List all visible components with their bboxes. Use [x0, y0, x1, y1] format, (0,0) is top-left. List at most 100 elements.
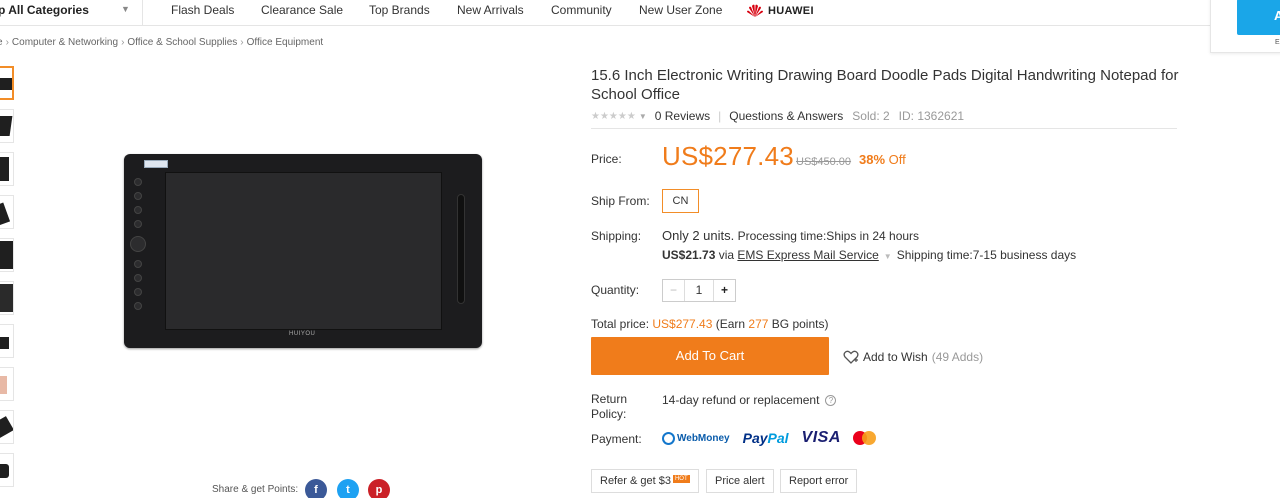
paypal-label-a: Pay: [742, 430, 768, 446]
quantity-label: Quantity:: [591, 283, 640, 297]
hot-badge: HOT: [672, 475, 690, 483]
processing-time: Processing time:Ships in 24 hours: [737, 229, 920, 243]
corner-mini-text: E: [1275, 39, 1280, 46]
earn-prefix: (Earn: [712, 317, 749, 331]
price-alert-button[interactable]: Price alert: [706, 469, 774, 493]
total-price-label: Total price:: [591, 317, 653, 331]
stylus-pen: [457, 194, 465, 304]
ship-from-label: Ship From:: [591, 194, 650, 208]
quantity-input[interactable]: 1: [685, 280, 713, 301]
thumbnail-1[interactable]: [0, 66, 14, 100]
help-icon[interactable]: ?: [825, 394, 837, 406]
refer-label: Refer & get $3: [600, 475, 671, 487]
heart-icon: [843, 350, 859, 364]
return-policy-text: 14-day refund or replacement: [662, 393, 820, 407]
earn-points: 277: [748, 317, 769, 331]
breadcrumb-item-office-school[interactable]: Office & School Supplies: [127, 37, 237, 48]
thumbnail-3[interactable]: [0, 152, 14, 186]
total-price-amount: US$277.43: [652, 317, 713, 331]
discount-off-word: Off: [885, 152, 906, 167]
thumbnail-9[interactable]: [0, 410, 14, 444]
return-policy-label: Return Policy:: [591, 392, 628, 421]
shipping-time: Shipping time:7-15 business days: [896, 248, 1077, 262]
top-navigation: p All Categories ▼ Flash Deals Clearance…: [0, 0, 1280, 26]
add-to-wish-button[interactable]: Add to Wish (49 Adds): [843, 350, 983, 364]
tablet-key: [134, 274, 142, 282]
thumbnail-7[interactable]: [0, 324, 14, 358]
tablet-key: [134, 206, 142, 214]
tablet-key: [134, 178, 142, 186]
chevron-down-icon: ▼: [121, 4, 130, 14]
tablet-key: [134, 220, 142, 228]
nav-new-arrivals[interactable]: New Arrivals: [457, 3, 524, 17]
quantity-stepper: − 1 +: [662, 279, 736, 302]
tablet-screen: [165, 172, 442, 330]
webmoney-logo: WebMoney: [662, 431, 730, 445]
wish-count: (49 Adds): [931, 350, 984, 364]
visa-logo: VISA: [801, 429, 841, 446]
breadcrumb-item-home[interactable]: e: [0, 37, 3, 48]
breadcrumb-separator-icon: ›: [240, 37, 244, 48]
questions-answers-link[interactable]: Questions & Answers: [729, 109, 843, 123]
thumbnail-2[interactable]: [0, 109, 14, 143]
thumbnail-10[interactable]: [0, 453, 14, 487]
sticker-graphic: [144, 160, 168, 168]
report-error-button[interactable]: Report error: [780, 469, 858, 493]
pinterest-share-button[interactable]: p: [368, 479, 390, 498]
add-to-cart-button[interactable]: Add To Cart: [591, 337, 829, 375]
paypal-label-b: Pal: [767, 430, 789, 446]
thumbnail-4[interactable]: [0, 195, 14, 229]
ship-from-option-cn[interactable]: CN: [662, 189, 699, 213]
shipping-method-select[interactable]: EMS Express Mail Service: [737, 248, 878, 262]
huawei-logo-icon: [747, 4, 763, 18]
quantity-decrease-button[interactable]: −: [663, 280, 685, 301]
tablet-key: [134, 192, 142, 200]
huawei-brand-link[interactable]: HUAWEI: [746, 1, 814, 21]
total-price-row: Total price: US$277.43 (Earn 277 BG poin…: [591, 317, 828, 331]
all-categories-menu[interactable]: p All Categories ▼: [0, 0, 143, 26]
nav-flash-deals[interactable]: Flash Deals: [171, 3, 234, 17]
share-label: Share & get Points:: [212, 484, 299, 495]
product-main-image[interactable]: HUIYOU: [124, 154, 482, 348]
breadcrumb-item-office-equipment[interactable]: Office Equipment: [247, 37, 324, 48]
original-price: US$450.00: [796, 156, 852, 168]
thumbnail-8[interactable]: [0, 367, 14, 401]
breadcrumb-separator-icon: ›: [121, 37, 125, 48]
product-id: ID: 1362621: [898, 109, 965, 123]
huawei-label: HUAWEI: [768, 5, 814, 17]
twitter-share-button[interactable]: t: [337, 479, 359, 498]
all-categories-label: p All Categories: [0, 3, 89, 17]
nav-top-brands[interactable]: Top Brands: [369, 3, 430, 17]
tablet-key: [134, 260, 142, 268]
refer-button[interactable]: Refer & get $3 HOT: [591, 469, 699, 493]
quantity-increase-button[interactable]: +: [713, 280, 735, 301]
payment-methods: WebMoney PayPal VISA: [662, 428, 876, 448]
current-price: US$277.43: [662, 141, 794, 171]
webmoney-globe-icon: [662, 431, 675, 445]
return-policy-value: 14-day refund or replacement ?: [662, 393, 837, 407]
corner-panel: A E: [1210, 0, 1280, 53]
thumbnail-5[interactable]: [0, 238, 14, 272]
product-meta-row: ★★★★★ ▼ 0 Reviews | Questions & Answers …: [591, 108, 964, 124]
facebook-share-button[interactable]: f: [305, 479, 327, 498]
units-left: Only 2 units.: [662, 228, 735, 243]
payment-label: Payment:: [591, 432, 642, 446]
nav-community[interactable]: Community: [551, 3, 612, 17]
webmoney-label: WebMoney: [677, 432, 730, 444]
breadcrumb-item-computer-networking[interactable]: Computer & Networking: [12, 37, 118, 48]
nav-clearance-sale[interactable]: Clearance Sale: [261, 3, 343, 17]
sold-count: Sold: 2: [852, 109, 890, 123]
price-label: Price:: [591, 152, 622, 166]
thumbnail-6[interactable]: [0, 281, 14, 315]
shipping-method-row: US$21.73 via EMS Express Mail Service ▼ Sh…: [662, 248, 1076, 262]
corner-action-button[interactable]: A: [1237, 0, 1280, 35]
nav-new-user-zone[interactable]: New User Zone: [639, 3, 722, 17]
tablet-key: [134, 302, 142, 310]
chevron-down-icon[interactable]: ▼: [639, 112, 647, 121]
rating-stars-icon[interactable]: ★★★★★: [591, 111, 636, 122]
product-title: 15.6 Inch Electronic Writing Drawing Boa…: [591, 67, 1179, 103]
reviews-link[interactable]: 0 Reviews: [655, 109, 710, 123]
chevron-down-icon[interactable]: ▼: [884, 252, 892, 261]
divider: [591, 128, 1177, 129]
add-to-wish-label: Add to Wish: [863, 350, 928, 364]
